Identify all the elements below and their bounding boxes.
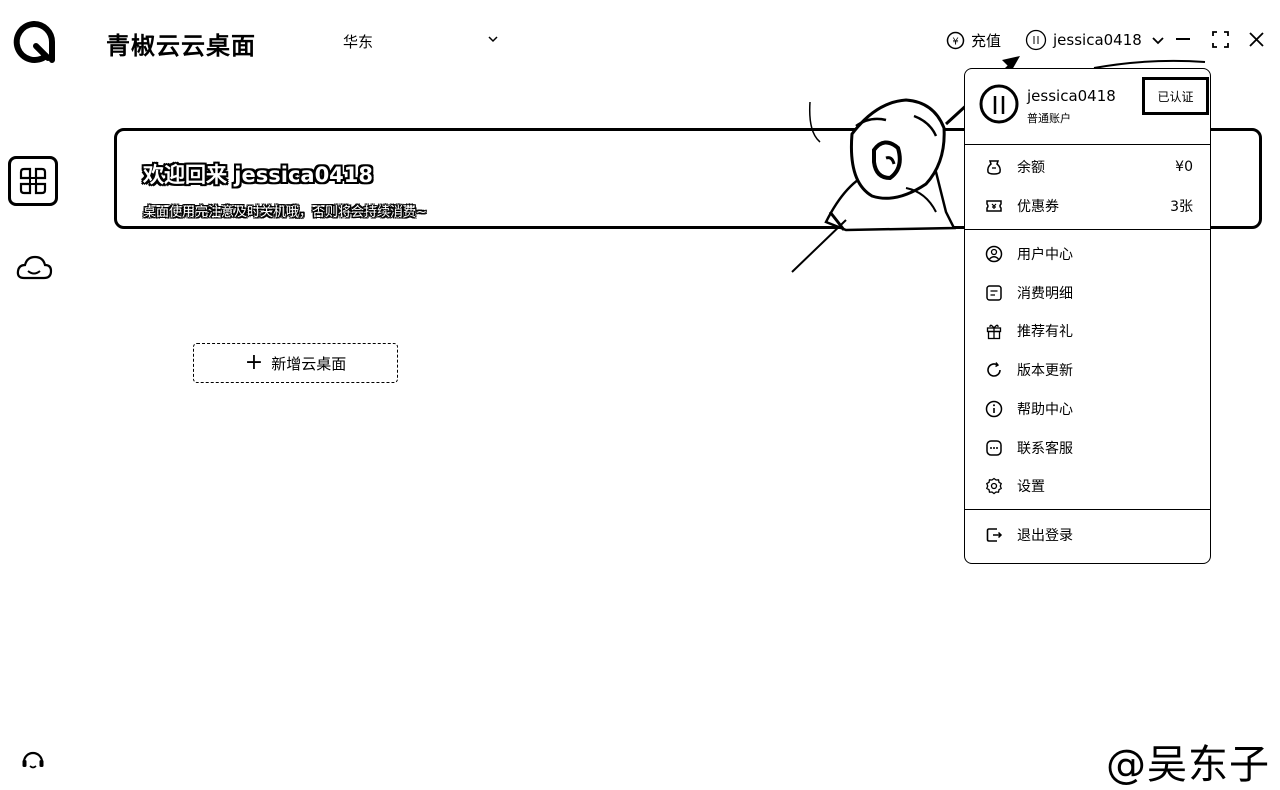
menu-coupons-label: 优惠券	[1017, 199, 1059, 215]
divider	[965, 229, 1210, 230]
menu-item-label: 设置	[1017, 479, 1045, 495]
avatar	[979, 84, 1019, 124]
verified-badge: 已认证	[1142, 77, 1209, 115]
bill-icon	[986, 285, 1002, 301]
menu-item-label: 用户中心	[1017, 247, 1073, 263]
minimize-icon[interactable]	[1174, 30, 1192, 48]
apps-grid-icon	[19, 167, 47, 195]
menu-help-center[interactable]: 帮助中心	[985, 397, 1193, 421]
add-cloud-desktop-button[interactable]: + 新增云桌面	[193, 343, 398, 383]
menu-balance-label: 余额	[1017, 160, 1045, 176]
wallet-icon	[987, 160, 1001, 175]
plus-icon: +	[244, 350, 264, 375]
menu-item-label: 帮助中心	[1017, 402, 1073, 418]
menu-balance[interactable]: 余额 ¥0	[985, 155, 1193, 179]
menu-billing-details[interactable]: 消费明细	[985, 281, 1193, 305]
user-menu: jessica0418 普通账户 已认证 余额 ¥0 优惠券 3张 用户中心 消…	[964, 68, 1211, 564]
recharge-button[interactable]: ¥ 充值	[946, 30, 1001, 51]
menu-contact-support[interactable]: 联系客服	[985, 436, 1193, 460]
menu-user-center[interactable]: 用户中心	[985, 242, 1193, 266]
chat-icon	[986, 440, 1002, 456]
logout-icon	[986, 528, 1003, 542]
watermark: @吴东子	[1106, 742, 1270, 788]
svg-text:¥: ¥	[952, 37, 958, 48]
menu-logout[interactable]: 退出登录	[985, 523, 1193, 547]
cloud-icon[interactable]	[15, 252, 53, 284]
close-icon[interactable]	[1248, 31, 1265, 48]
menu-settings[interactable]: 设置	[985, 474, 1193, 498]
app-logo-icon	[13, 21, 55, 63]
coupon-icon	[986, 200, 1002, 212]
divider	[965, 509, 1210, 510]
region-select-value[interactable]: 华东	[343, 31, 373, 52]
user-account-dropdown[interactable]: jessica0418	[1025, 29, 1166, 51]
yen-circle-icon: ¥	[946, 31, 965, 50]
chevron-down-icon[interactable]	[486, 28, 500, 50]
nav-cloud-desktop[interactable]	[8, 156, 58, 206]
account-type: 普通账户	[1027, 112, 1071, 125]
banner-title: 欢迎回来 jessica0418	[143, 163, 374, 187]
recharge-label: 充值	[971, 32, 1002, 50]
add-desktop-label: 新增云桌面	[271, 354, 347, 373]
app-title: 青椒云云桌面	[106, 32, 256, 60]
refresh-icon	[987, 362, 1001, 377]
menu-item-label: 消费明细	[1017, 286, 1073, 302]
gear-icon	[985, 477, 1003, 495]
user-icon	[985, 245, 1003, 263]
maximize-icon[interactable]	[1212, 31, 1229, 48]
divider	[965, 144, 1210, 145]
menu-referral[interactable]: 推荐有礼	[985, 319, 1193, 343]
banner-illustration	[791, 98, 956, 273]
info-icon	[985, 400, 1003, 418]
menu-item-label: 推荐有礼	[1017, 324, 1073, 340]
menu-username: jessica0418	[1027, 87, 1116, 105]
banner-subtitle: 桌面使用完注意及时关机哦，否则将会持续消费~	[143, 205, 427, 220]
chevron-down-icon	[1152, 37, 1164, 45]
customer-service-icon[interactable]	[20, 748, 46, 774]
menu-item-label: 版本更新	[1017, 363, 1073, 379]
menu-version-update[interactable]: 版本更新	[985, 358, 1193, 382]
topbar-username: jessica0418	[1053, 31, 1142, 49]
avatar-icon	[1025, 29, 1047, 51]
logout-label: 退出登录	[1017, 528, 1073, 544]
menu-coupons[interactable]: 优惠券 3张	[985, 194, 1193, 218]
menu-item-label: 联系客服	[1017, 441, 1073, 457]
gift-icon	[986, 324, 1002, 340]
balance-value: ¥0	[1175, 159, 1193, 175]
coupons-value: 3张	[1170, 199, 1193, 215]
